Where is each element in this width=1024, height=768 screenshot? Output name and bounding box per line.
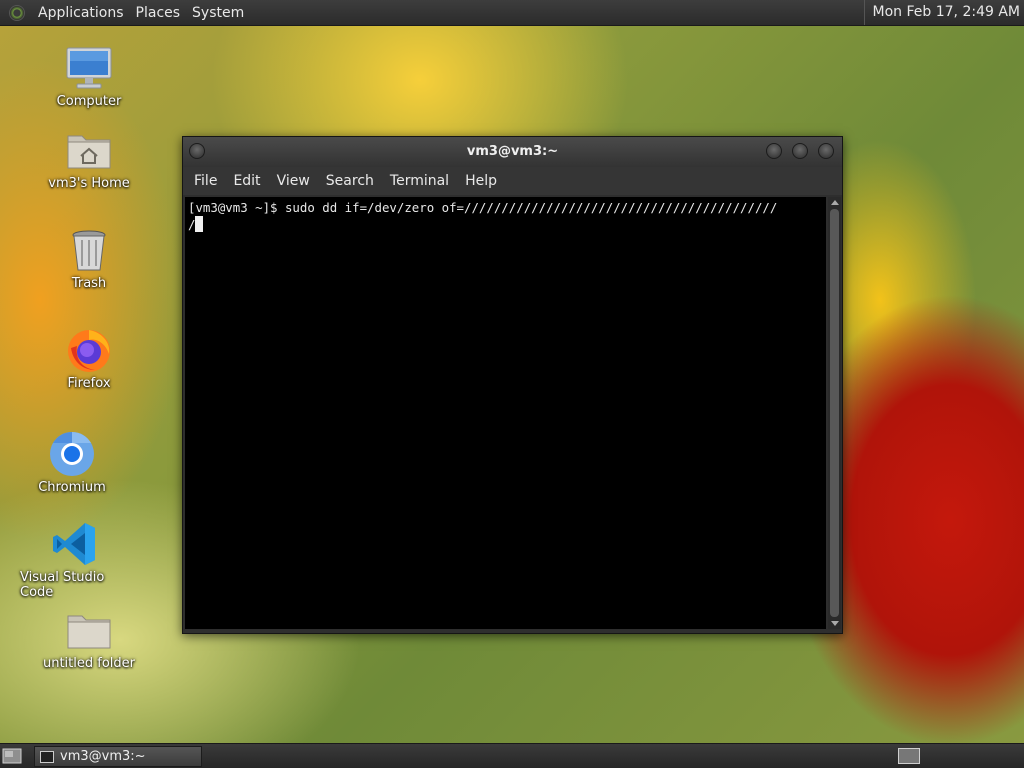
terminal-scrollbar[interactable] <box>828 197 841 629</box>
top-panel: Applications Places System Mon Feb 17, 2… <box>0 0 1024 26</box>
scroll-down-arrow-icon[interactable] <box>831 621 839 626</box>
taskbar-item-terminal[interactable]: vm3@vm3:~ <box>34 746 202 767</box>
firefox-icon <box>65 326 113 374</box>
desktop-icon-firefox[interactable]: Firefox <box>34 326 144 391</box>
folder-icon <box>65 606 113 654</box>
terminal-line: / <box>188 217 196 232</box>
terminal-line-current: / <box>188 216 823 233</box>
trash-icon <box>65 226 113 274</box>
desktop-icon-computer[interactable]: Computer <box>34 44 144 109</box>
chromium-icon <box>48 430 96 478</box>
close-button[interactable] <box>818 143 834 159</box>
minimize-button[interactable] <box>766 143 782 159</box>
show-desktop-button[interactable] <box>2 747 22 765</box>
vscode-icon <box>51 520 99 568</box>
desktop-icon-trash[interactable]: Trash <box>34 226 144 291</box>
window-menu-button[interactable] <box>189 143 205 159</box>
desktop-icon-vscode[interactable]: Visual Studio Code <box>20 520 130 600</box>
menu-search[interactable]: Search <box>318 173 382 189</box>
terminal-icon <box>40 750 54 763</box>
applications-menu[interactable]: Applications <box>32 5 130 21</box>
text-cursor <box>195 216 204 232</box>
desktop-icon-home[interactable]: vm3's Home <box>34 126 144 191</box>
desktop-icon-untitled-folder[interactable]: untitled folder <box>34 606 144 671</box>
desktop-icon-label: Visual Studio Code <box>20 570 105 600</box>
home-folder-icon <box>65 126 113 174</box>
places-menu[interactable]: Places <box>130 5 187 21</box>
menu-help[interactable]: Help <box>457 173 505 189</box>
distro-logo-icon[interactable] <box>9 4 25 21</box>
scrollbar-thumb[interactable] <box>830 209 839 617</box>
bottom-panel: vm3@vm3:~ <box>0 743 1024 768</box>
show-desktop-icon <box>2 748 22 764</box>
terminal-menu-bar: File Edit View Search Terminal Help <box>183 167 842 195</box>
window-title: vm3@vm3:~ <box>466 144 559 159</box>
desktop-icon-label: untitled folder <box>42 656 135 671</box>
scroll-up-arrow-icon[interactable] <box>831 200 839 205</box>
desktop-icon-label: Firefox <box>67 376 111 391</box>
desktop-icon-label: Trash <box>71 276 107 291</box>
window-title-bar[interactable]: vm3@vm3:~ <box>183 137 842 167</box>
desktop-icon-chromium[interactable]: Chromium <box>17 430 127 495</box>
maximize-button[interactable] <box>792 143 808 159</box>
menu-file[interactable]: File <box>186 173 225 189</box>
computer-icon <box>65 44 113 92</box>
desktop: Applications Places System Mon Feb 17, 2… <box>0 0 1024 768</box>
system-menu[interactable]: System <box>186 5 250 21</box>
desktop-icon-label: Computer <box>56 94 122 109</box>
menu-edit[interactable]: Edit <box>225 173 268 189</box>
terminal-window[interactable]: vm3@vm3:~ File Edit View Search Terminal… <box>182 136 843 634</box>
menu-view[interactable]: View <box>269 173 318 189</box>
menu-terminal[interactable]: Terminal <box>382 173 457 189</box>
desktop-icon-label: Chromium <box>38 480 106 495</box>
taskbar-item-label: vm3@vm3:~ <box>60 749 146 764</box>
workspace-switcher[interactable] <box>898 748 920 764</box>
clock[interactable]: Mon Feb 17, 2:49 AM <box>863 0 1020 25</box>
terminal-output[interactable]: [vm3@vm3 ~]$ sudo dd if=/dev/zero of=///… <box>185 197 826 629</box>
terminal-line: [vm3@vm3 ~]$ sudo dd if=/dev/zero of=///… <box>188 200 778 215</box>
desktop-icon-label: vm3's Home <box>48 176 130 191</box>
